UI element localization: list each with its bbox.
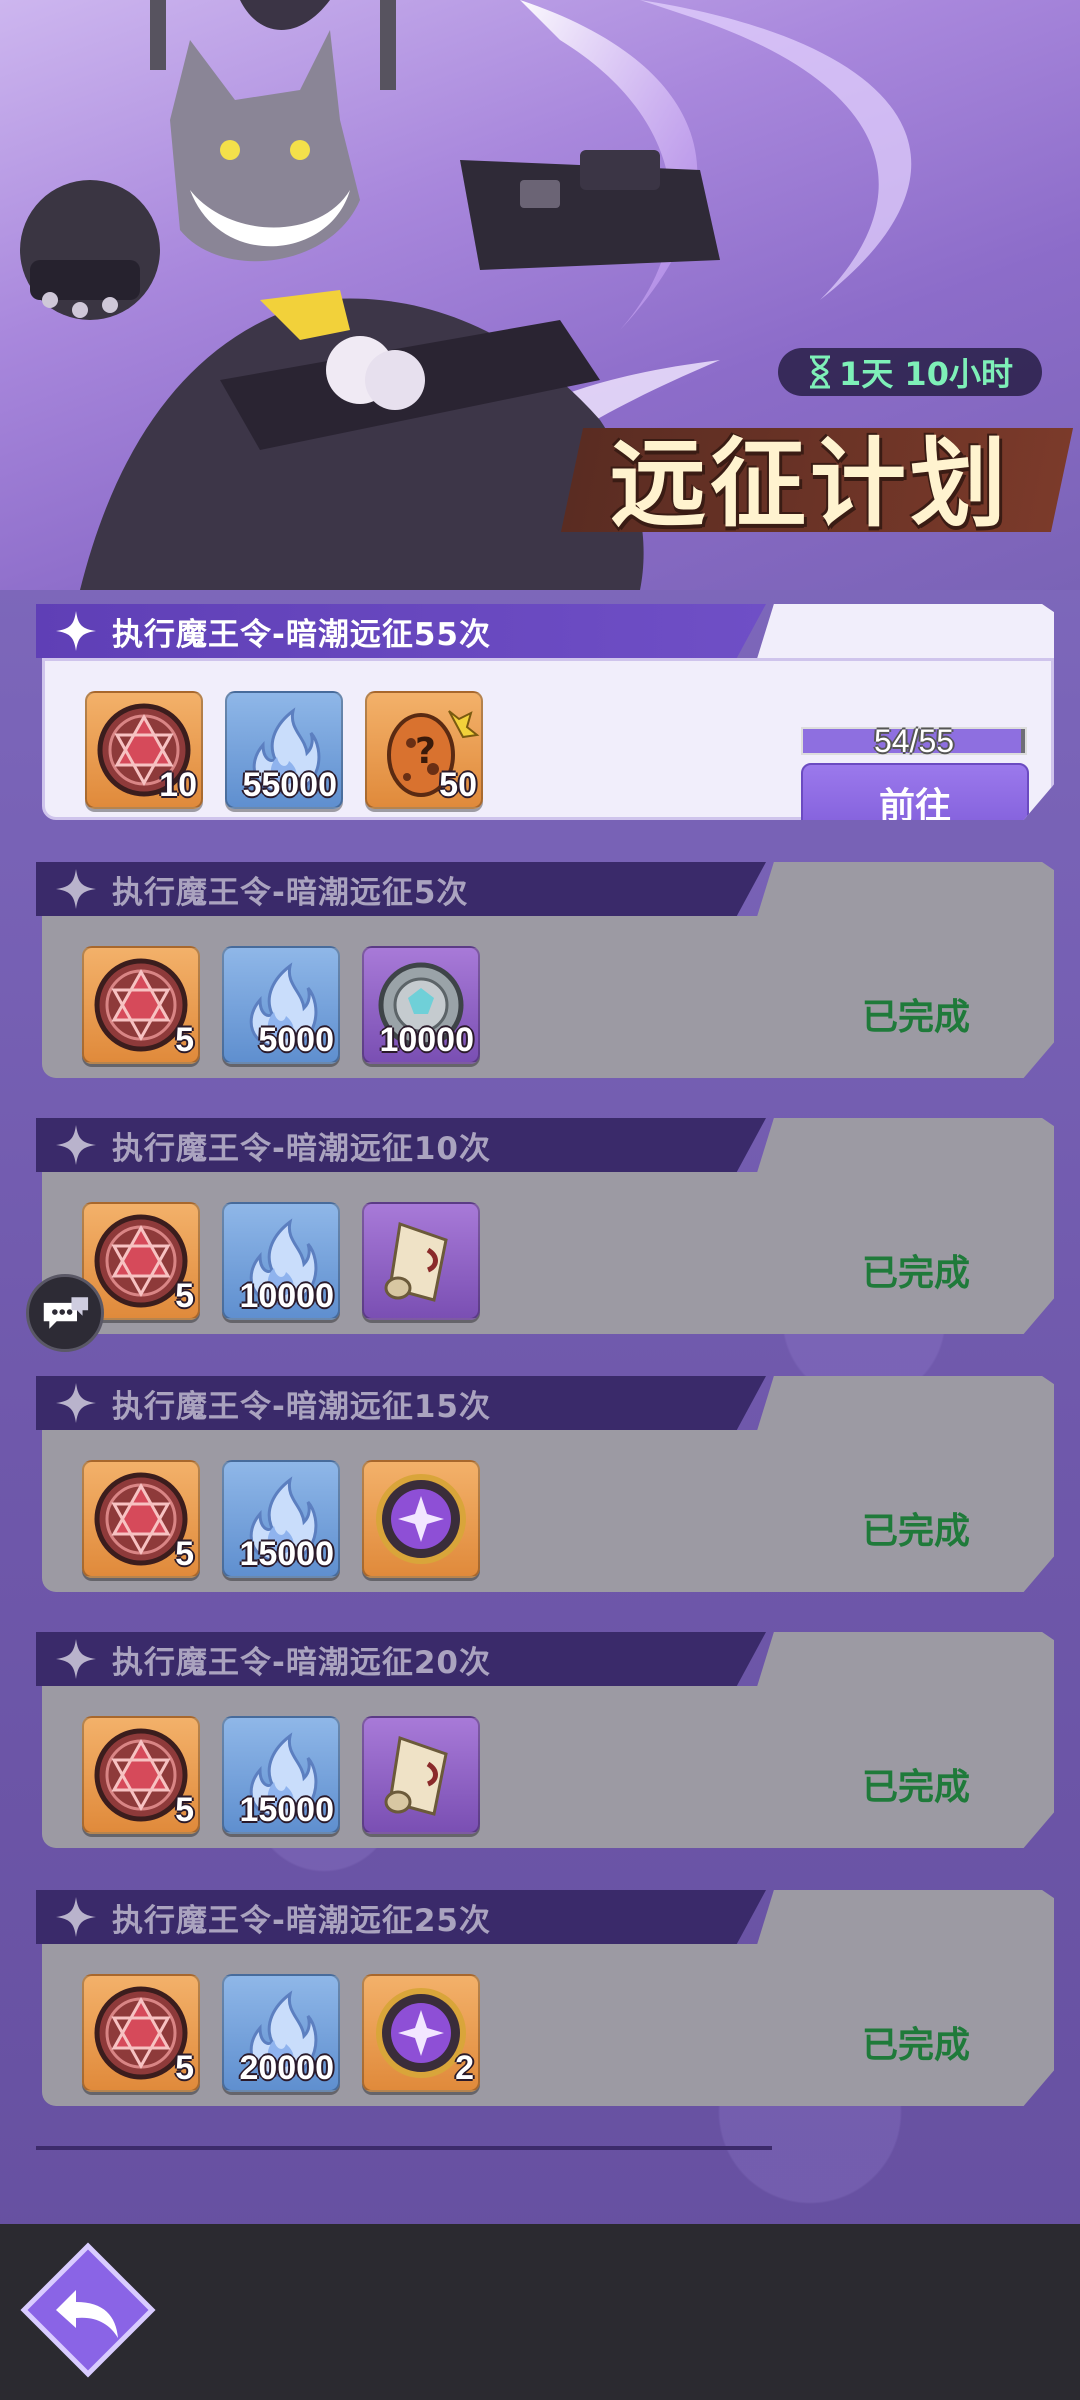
- completed-status: 已完成: [861, 1767, 970, 1808]
- reward-quantity: 55000: [242, 766, 337, 804]
- task-header: 执行魔王令-暗潮远征25次: [36, 1890, 766, 1944]
- back-button[interactable]: [18, 2240, 158, 2380]
- task-header: 执行魔王令-暗潮远征55次: [36, 604, 766, 658]
- chat-bubble-icon: [43, 1297, 89, 1329]
- completed-status: 已完成: [861, 1253, 970, 1294]
- reward-quantity: 5: [175, 1791, 194, 1829]
- completed-status: 已完成: [861, 997, 970, 1038]
- reward-item[interactable]: 55000: [225, 691, 343, 809]
- card-body: 5 15000 已完成: [42, 1686, 1054, 1848]
- card-body: 5 20000 2 已完成: [42, 1944, 1054, 2106]
- task-progress-bar: 54/55: [801, 723, 1027, 759]
- reward-item[interactable]: ? 50: [365, 691, 483, 809]
- hourglass-icon: [810, 355, 831, 389]
- task-card: 5 15000 已完成 执行魔王令-暗潮远征15次: [36, 1376, 1054, 1592]
- task-title: 执行魔王令-暗潮远征10次: [112, 1130, 492, 1167]
- reward-quantity: 5000: [258, 1021, 334, 1059]
- reward-quantity: 20000: [239, 2049, 334, 2087]
- task-header: 执行魔王令-暗潮远征10次: [36, 1118, 766, 1172]
- task-title: 执行魔王令-暗潮远征55次: [112, 616, 492, 653]
- task-header: 执行魔王令-暗潮远征15次: [36, 1376, 766, 1430]
- reward-item[interactable]: 15000: [222, 1460, 340, 1578]
- card-body: 5 5000 10000 已完成: [42, 916, 1054, 1078]
- task-title: 执行魔王令-暗潮远征15次: [112, 1388, 492, 1425]
- task-title: 执行魔王令-暗潮远征25次: [112, 1902, 492, 1939]
- reward-item[interactable]: [362, 1202, 480, 1320]
- reward-item[interactable]: [362, 1716, 480, 1834]
- reward-item[interactable]: 5: [82, 1460, 200, 1578]
- reward-item[interactable]: 15000: [222, 1716, 340, 1834]
- sparkle-icon: [56, 1897, 96, 1937]
- card-body: 5 10000 已完成: [42, 1172, 1054, 1334]
- reward-quantity: 5: [175, 2049, 194, 2087]
- reward-item[interactable]: 10: [85, 691, 203, 809]
- task-card: 5 5000 10000 已完成 执行魔王令-暗潮远征5次: [36, 862, 1054, 1078]
- expedition-plan-screen: 1天 10小时 远征计划 10 55000? 50 54/55 前往 执行魔王令-暗潮远征…: [0, 0, 1080, 2400]
- reward-quantity: 10: [159, 766, 197, 804]
- list-divider: [36, 2146, 772, 2150]
- sparkle-icon: [56, 1383, 96, 1423]
- chat-button[interactable]: [26, 1274, 104, 1352]
- card-tab: [756, 604, 1054, 662]
- task-card: 5 10000 已完成 执行魔王令-暗潮远征10次: [36, 1118, 1054, 1334]
- reward-quantity: 5: [175, 1021, 194, 1059]
- reward-item[interactable]: 5: [82, 946, 200, 1064]
- reward-item[interactable]: 5: [82, 1974, 200, 2092]
- task-card: 5 20000 2 已完成 执行魔王令-暗潮远征25次: [36, 1890, 1054, 2106]
- reward-item[interactable]: 10000: [362, 946, 480, 1064]
- reward-quantity: 15000: [239, 1535, 334, 1573]
- bottom-bar: [0, 2224, 1080, 2400]
- reward-item[interactable]: 5000: [222, 946, 340, 1064]
- hero-banner: 1天 10小时 远征计划: [0, 0, 1080, 590]
- task-title: 执行魔王令-暗潮远征5次: [112, 874, 469, 911]
- card-tab: [756, 862, 1054, 920]
- reward-item[interactable]: [362, 1460, 480, 1578]
- page-title: 远征计划: [610, 426, 1010, 540]
- back-arrow-icon: [20, 2242, 156, 2378]
- task-header: 执行魔王令-暗潮远征5次: [36, 862, 766, 916]
- svg-text:?: ?: [415, 731, 436, 772]
- sparkle-icon: [56, 869, 96, 909]
- reward-item[interactable]: 5: [82, 1716, 200, 1834]
- task-title: 执行魔王令-暗潮远征20次: [112, 1644, 492, 1681]
- reward-quantity: 15000: [239, 1791, 334, 1829]
- reward-item[interactable]: 10000: [222, 1202, 340, 1320]
- reward-item[interactable]: 20000: [222, 1974, 340, 2092]
- task-card: 10 55000? 50 54/55 前往 执行魔王令-暗潮远征55次: [36, 604, 1054, 820]
- reward-quantity: 50: [439, 766, 477, 804]
- sparkle-icon: [56, 1639, 96, 1679]
- card-tab: [756, 1632, 1054, 1690]
- reward-quantity: 5: [175, 1535, 194, 1573]
- event-timer-text: 1天 10小时: [839, 355, 1013, 393]
- completed-status: 已完成: [861, 2025, 970, 2066]
- task-progress-text: 54/55: [873, 723, 955, 759]
- reward-quantity: 10000: [239, 1277, 334, 1315]
- card-body: 10 55000? 50 54/55 前往: [42, 658, 1054, 820]
- card-tab: [756, 1118, 1054, 1176]
- go-button[interactable]: 前往: [801, 763, 1029, 820]
- reward-quantity: 10000: [379, 1021, 474, 1059]
- reward-quantity: 5: [175, 1277, 194, 1315]
- reward-item[interactable]: 2: [362, 1974, 480, 2092]
- reward-quantity: 2: [455, 2049, 474, 2087]
- task-card: 5 15000 已完成 执行魔王令-暗潮远征20次: [36, 1632, 1054, 1848]
- completed-status: 已完成: [861, 1511, 970, 1552]
- card-tab: [756, 1890, 1054, 1948]
- event-timer: 1天 10小时: [778, 348, 1042, 396]
- card-body: 5 15000 已完成: [42, 1430, 1054, 1592]
- sparkle-icon: [56, 611, 96, 651]
- card-tab: [756, 1376, 1054, 1434]
- sparkle-icon: [56, 1125, 96, 1165]
- task-header: 执行魔王令-暗潮远征20次: [36, 1632, 766, 1686]
